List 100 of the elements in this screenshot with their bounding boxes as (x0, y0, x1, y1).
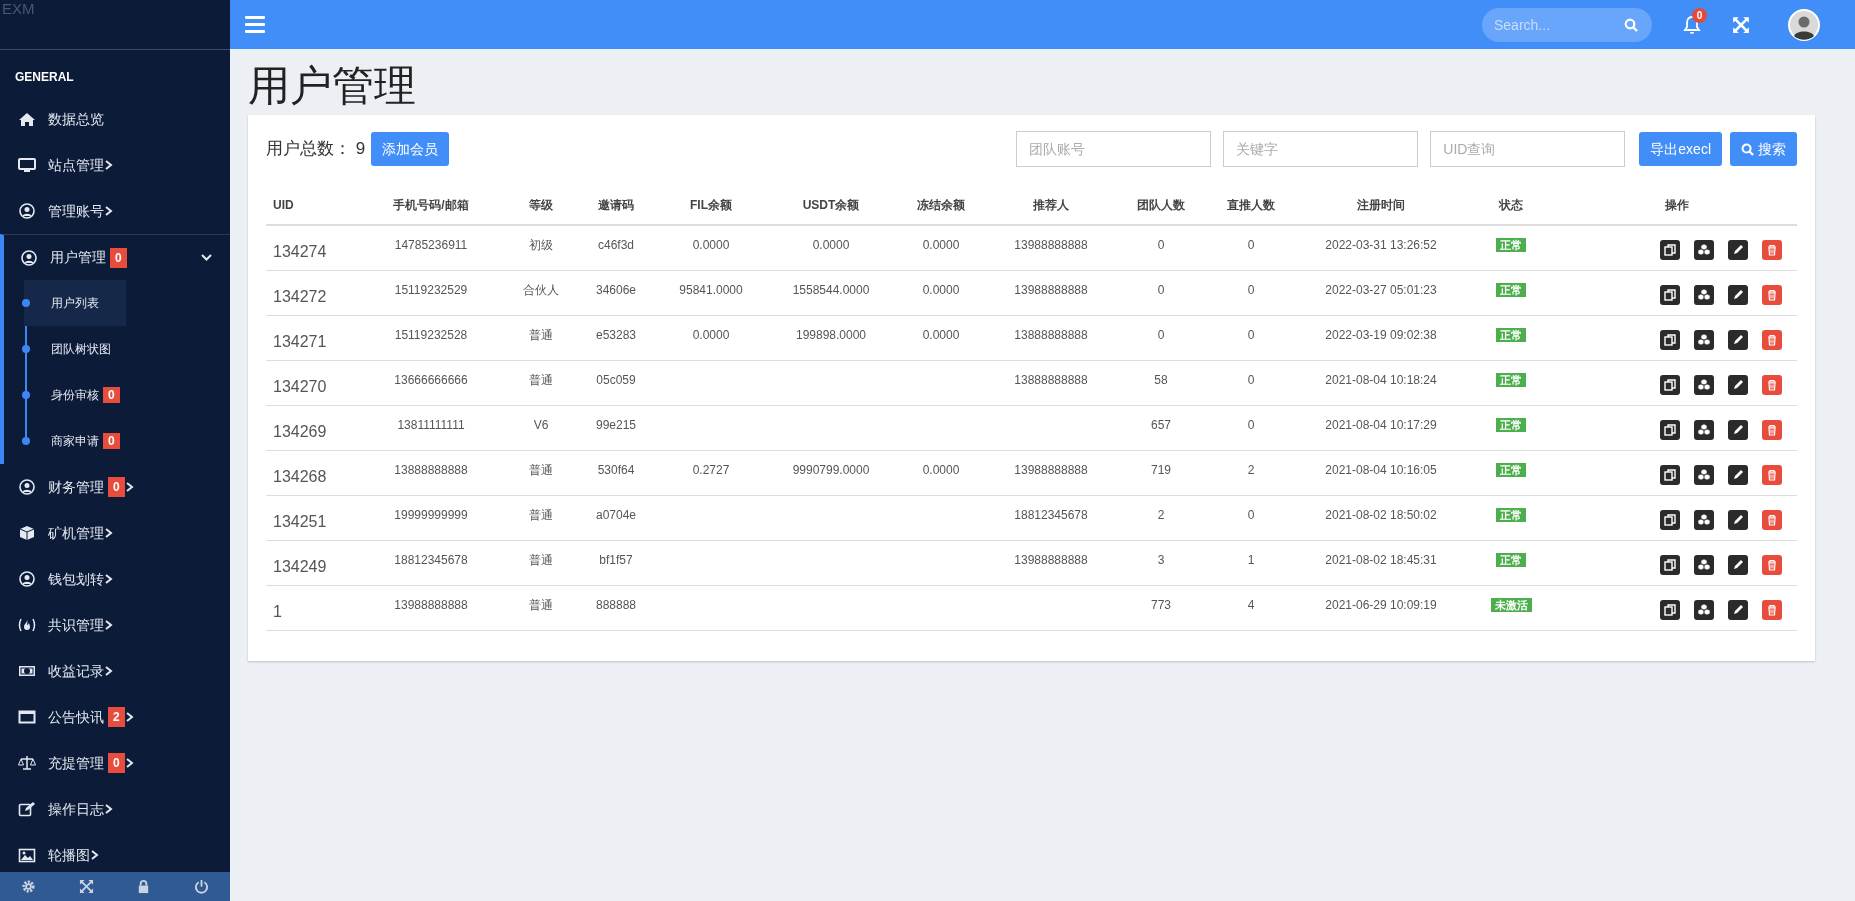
sidebar-item[interactable]: 轮播图 (0, 832, 230, 872)
trash-button[interactable] (1762, 554, 1782, 575)
table-cell: 58 (1154, 372, 1168, 387)
fullscreen-icon[interactable] (78, 879, 94, 894)
cubes-icon (1697, 332, 1711, 347)
pencil-button[interactable] (1728, 240, 1748, 261)
trash-button[interactable] (1762, 329, 1782, 350)
column-header: UID (273, 197, 294, 212)
search-field[interactable]: Search... (1482, 7, 1652, 42)
pencil-button[interactable] (1728, 329, 1748, 350)
pencil-icon (1731, 332, 1745, 347)
pencil-button[interactable] (1728, 419, 1748, 440)
cubes-button[interactable] (1694, 464, 1714, 485)
copy-button[interactable] (1660, 329, 1680, 350)
sidebar-item[interactable]: 管理账号 (0, 188, 230, 234)
table-cell: 05c059 (596, 372, 636, 387)
menu-label: 财务管理 (48, 477, 104, 497)
column-header: 推荐人 (1033, 197, 1069, 212)
sidebar-item[interactable]: 充提管理 0 (0, 740, 230, 786)
sidebar-item[interactable]: 钱包划转 (0, 556, 230, 602)
pencil-icon (1731, 467, 1745, 482)
table-cell: 0.2727 (692, 462, 730, 477)
cubes-button[interactable] (1694, 509, 1714, 530)
user-icon (20, 249, 38, 266)
sidebar-item[interactable]: 数据总览 (0, 96, 230, 142)
table-cell: 2022-03-31 13:26:52 (1325, 238, 1437, 253)
copy-icon (1663, 512, 1677, 527)
cubes-button[interactable] (1694, 240, 1714, 261)
power-icon[interactable] (193, 879, 209, 894)
cubes-button[interactable] (1694, 419, 1714, 440)
table-cell: 2021-06-29 10:09:19 (1325, 597, 1437, 612)
copy-button[interactable] (1660, 419, 1680, 440)
menu-icon[interactable] (245, 16, 265, 33)
table-cell: 0 (1157, 327, 1165, 342)
trash-button[interactable] (1762, 284, 1782, 305)
trash-button[interactable] (1762, 509, 1782, 530)
monitor-icon (18, 157, 36, 173)
table-cell: 13888888888 (1014, 327, 1088, 342)
copy-button[interactable] (1660, 284, 1680, 305)
count-badge: 0 (108, 477, 125, 497)
pencil-button[interactable] (1728, 464, 1748, 485)
trash-button[interactable] (1762, 240, 1782, 261)
submenu-item[interactable]: 团队树状图 (24, 326, 138, 372)
submenu-item[interactable]: 用户列表 (24, 280, 126, 326)
fullscreen-icon[interactable] (1732, 15, 1750, 34)
copy-button[interactable] (1660, 240, 1680, 261)
pencil-button[interactable] (1728, 509, 1748, 530)
trash-icon (1765, 557, 1779, 572)
count-badge: 0 (103, 433, 120, 449)
copy-button[interactable] (1660, 464, 1680, 485)
sidebar-item[interactable]: 共识管理 (0, 602, 230, 648)
pencil-button[interactable] (1728, 554, 1748, 575)
trash-button[interactable] (1762, 464, 1782, 485)
column-header: 等级 (529, 197, 553, 212)
status-badge: 正常 (1496, 417, 1526, 432)
pencil-button[interactable] (1728, 374, 1748, 395)
copy-button[interactable] (1660, 509, 1680, 530)
filter-field[interactable]: 团队账号 (1016, 131, 1212, 168)
copy-button[interactable] (1660, 554, 1680, 575)
table-cell: 普通 (529, 597, 553, 612)
cubes-button[interactable] (1694, 284, 1714, 305)
cubes-button[interactable] (1694, 554, 1714, 575)
cubes-button[interactable] (1694, 374, 1714, 395)
sidebar-item[interactable]: 站点管理 (0, 142, 230, 188)
cubes-icon (1697, 557, 1711, 572)
copy-button[interactable] (1660, 599, 1680, 620)
cubes-button[interactable] (1694, 599, 1714, 620)
filter-field[interactable]: 关键字 (1223, 131, 1419, 168)
sidebar-item[interactable]: 操作日志 (0, 786, 230, 832)
table-cell: 134249 (273, 557, 327, 575)
copy-button[interactable] (1660, 374, 1680, 395)
avatar-icon[interactable] (1788, 8, 1820, 41)
sidebar-item[interactable]: 收益记录 (0, 648, 230, 694)
table-cell: 4 (1247, 597, 1255, 612)
sidebar-item[interactable]: 公告快讯 2 (0, 694, 230, 740)
user-icon (18, 203, 36, 219)
table-cell: 1 (273, 602, 282, 620)
trash-button[interactable] (1762, 599, 1782, 620)
user-icon (18, 479, 36, 495)
submenu-item[interactable]: 商家申请 0 (24, 418, 147, 464)
trash-button[interactable] (1762, 419, 1782, 440)
table-cell: 普通 (529, 462, 553, 477)
settings-icon[interactable] (21, 879, 37, 894)
trash-button[interactable] (1762, 374, 1782, 395)
table-cell: 0 (1247, 417, 1255, 432)
sidebar-item[interactable]: 财务管理 0 (0, 464, 230, 510)
count-badge: 0 (110, 247, 127, 268)
filter-field[interactable]: UID查询 (1430, 131, 1626, 168)
table-cell: c46f3d (598, 238, 634, 253)
menu-label: 数据总览 (48, 109, 104, 129)
column-header: 状态 (1499, 197, 1523, 212)
table-cell: 0.0000 (692, 238, 730, 253)
table-cell: 99e215 (595, 417, 636, 432)
sidebar-item[interactable]: 矿机管理 (0, 510, 230, 556)
cubes-button[interactable] (1694, 329, 1714, 350)
table-cell: 0 (1247, 372, 1255, 387)
window-icon (18, 709, 36, 725)
submenu-item[interactable]: 身份审核 0 (24, 372, 147, 418)
pencil-button[interactable] (1728, 599, 1748, 620)
pencil-button[interactable] (1728, 284, 1748, 305)
